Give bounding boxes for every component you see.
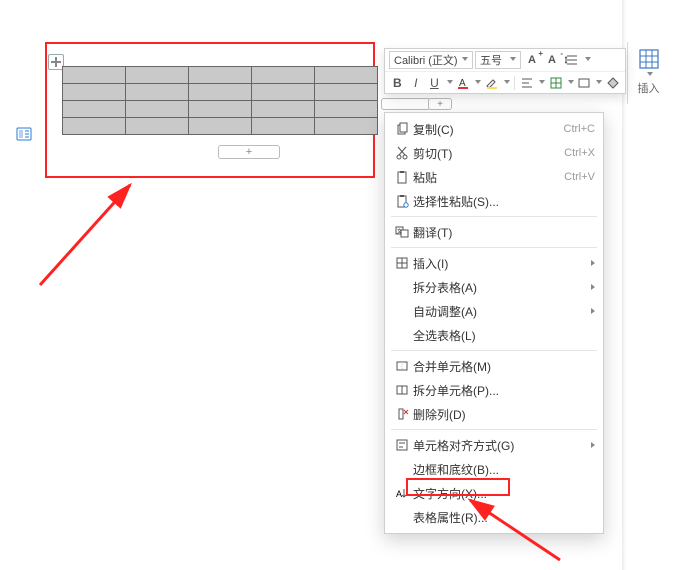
delete-col-icon [391,407,413,421]
separator [514,76,515,90]
insert-table-icon[interactable] [638,48,660,70]
table-context-menu: 复制(C) Ctrl+C 剪切(T) Ctrl+X 粘贴 Ctrl+V 选择性粘… [384,112,604,534]
table-row [63,101,378,118]
translate-icon: 文 [391,225,413,239]
align-button[interactable] [519,74,536,92]
chevron-down-icon[interactable] [504,80,510,86]
highlight-button[interactable] [483,74,500,92]
menu-item-borders-shading[interactable]: 边框和底纹(B)... [385,457,603,481]
menu-item-select-table[interactable]: 全选表格(L) [385,323,603,347]
copy-icon [391,122,413,136]
merge-button[interactable] [576,74,593,92]
menu-divider [391,429,597,430]
chevron-down-icon[interactable] [539,80,545,86]
increase-font-button[interactable]: A+ [523,51,541,69]
menu-item-paste-special[interactable]: 选择性粘贴(S)... [385,189,603,213]
mini-toolbar-row-2: B I U A [385,71,625,93]
table-row [63,118,378,135]
decrease-font-button[interactable]: A- [543,51,561,69]
menu-item-merge-cells[interactable]: 合并单元格(M) [385,354,603,378]
paste-icon [391,170,413,184]
chevron-down-icon [462,57,468,63]
paste-special-icon [391,194,413,208]
chevron-down-icon[interactable] [447,80,453,86]
font-size-value: 五号 [480,52,502,68]
document-table[interactable] [62,66,378,135]
shading-button[interactable] [604,74,621,92]
chevron-down-icon[interactable] [475,80,481,86]
insert-row-button[interactable] [547,74,564,92]
table-add-row-button[interactable]: + [218,145,280,159]
split-cells-icon [391,383,413,397]
menu-item-text-direction[interactable]: A 文字方向(X)... [385,481,603,505]
chevron-down-icon[interactable] [585,57,591,63]
svg-text:A: A [396,489,402,499]
insert-table-icon [391,256,413,270]
svg-text:文: 文 [397,228,402,235]
menu-item-paste[interactable]: 粘贴 Ctrl+V [385,165,603,189]
cut-icon [391,146,413,160]
menu-item-delete-col[interactable]: 删除列(D) [385,402,603,426]
font-name-value: Calibri (正文) [394,52,458,68]
text-direction-icon: A [391,486,413,500]
menu-item-autofit[interactable]: 自动调整(A) [385,299,603,323]
font-name-selector[interactable]: Calibri (正文) [389,51,473,69]
table-add-col-segment[interactable] [381,98,431,110]
menu-item-cell-align[interactable]: 单元格对齐方式(G) [385,433,603,457]
line-spacing-button[interactable] [563,51,581,69]
menu-item-translate[interactable]: 文 翻译(T) [385,220,603,244]
menu-item-split-table[interactable]: 拆分表格(A) [385,275,603,299]
cell-align-icon [391,438,413,452]
menu-item-copy[interactable]: 复制(C) Ctrl+C [385,117,603,141]
table-row [63,84,378,101]
menu-divider [391,247,597,248]
table-add-col-button[interactable]: + [428,98,452,110]
mini-toolbar: Calibri (正文) 五号 A+ A- B I U A [384,48,626,94]
bold-button[interactable]: B [389,74,406,92]
ribbon-insert-panel: 插入 [627,42,669,104]
chevron-down-icon[interactable] [596,80,602,86]
app-canvas: 插入 + + Calibri (正文) 五号 A+ A- [0,0,674,570]
table-row [63,67,378,84]
font-size-selector[interactable]: 五号 [475,51,521,69]
menu-divider [391,216,597,217]
font-color-button[interactable]: A [455,74,472,92]
chevron-down-icon[interactable] [568,80,574,86]
menu-divider [391,350,597,351]
mini-toolbar-row-1: Calibri (正文) 五号 A+ A- [385,49,625,71]
merge-cells-icon [391,359,413,373]
navigation-pane-icon[interactable] [16,126,32,142]
menu-item-insert[interactable]: 插入(I) [385,251,603,275]
menu-item-cut[interactable]: 剪切(T) Ctrl+X [385,141,603,165]
insert-panel-label: 插入 [638,80,660,96]
chevron-down-icon [510,57,516,63]
chevron-down-icon[interactable] [647,72,653,78]
italic-button[interactable]: I [408,74,425,92]
menu-item-table-properties[interactable]: 表格属性(R)... [385,505,603,529]
underline-button[interactable]: U [426,74,443,92]
menu-item-split-cells[interactable]: 拆分单元格(P)... [385,378,603,402]
